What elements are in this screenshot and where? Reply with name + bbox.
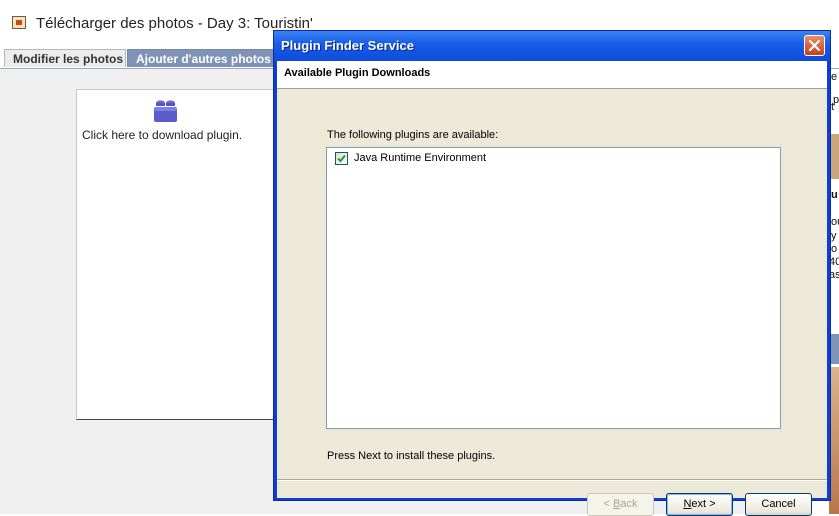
page-photo-icon: [12, 16, 26, 29]
right-panel-text: e: [831, 71, 838, 83]
plugin-lego-icon: [154, 100, 177, 122]
dialog-body: Available Plugin Downloads The following…: [277, 61, 827, 516]
wizard-header: Available Plugin Downloads: [277, 61, 827, 89]
page-title: Télécharger des photos - Day 3: Touristi…: [36, 15, 313, 32]
instruction-text: Press Next to install these plugins.: [327, 450, 496, 462]
tab-add-photos[interactable]: Ajouter d'autres photos: [127, 49, 287, 67]
button-separator: [277, 479, 827, 481]
dialog-title: Plugin Finder Service: [281, 38, 414, 53]
download-plugin-text[interactable]: Click here to download plugin.: [82, 128, 242, 142]
right-panel-text: o: [831, 243, 838, 255]
back-button[interactable]: < Back: [587, 493, 654, 516]
checkmark-icon: [337, 154, 346, 163]
dialog-titlebar[interactable]: Plugin Finder Service: [274, 31, 830, 61]
available-plugins-label: The following plugins are available:: [327, 129, 499, 141]
right-panel-text: t: [831, 101, 835, 113]
tab-modify-photos[interactable]: Modifier les photos: [4, 49, 126, 67]
plugin-name: Java Runtime Environment: [354, 152, 487, 164]
next-button[interactable]: Next >: [666, 493, 733, 516]
right-panel-text: y: [831, 230, 837, 242]
plugin-finder-dialog: Plugin Finder Service Available Plugin D…: [273, 30, 831, 516]
right-panel-text: ou: [831, 216, 839, 228]
plugin-checkbox[interactable]: [335, 152, 348, 165]
plugin-placeholder[interactable]: Click here to download plugin.: [76, 89, 291, 420]
close-button[interactable]: [804, 35, 825, 56]
cancel-button[interactable]: Cancel: [745, 493, 812, 516]
plugin-list[interactable]: Java Runtime Environment: [326, 147, 781, 429]
right-panel-text: u: [831, 189, 838, 201]
close-icon: [808, 39, 821, 52]
wizard-header-title: Available Plugin Downloads: [284, 67, 431, 79]
